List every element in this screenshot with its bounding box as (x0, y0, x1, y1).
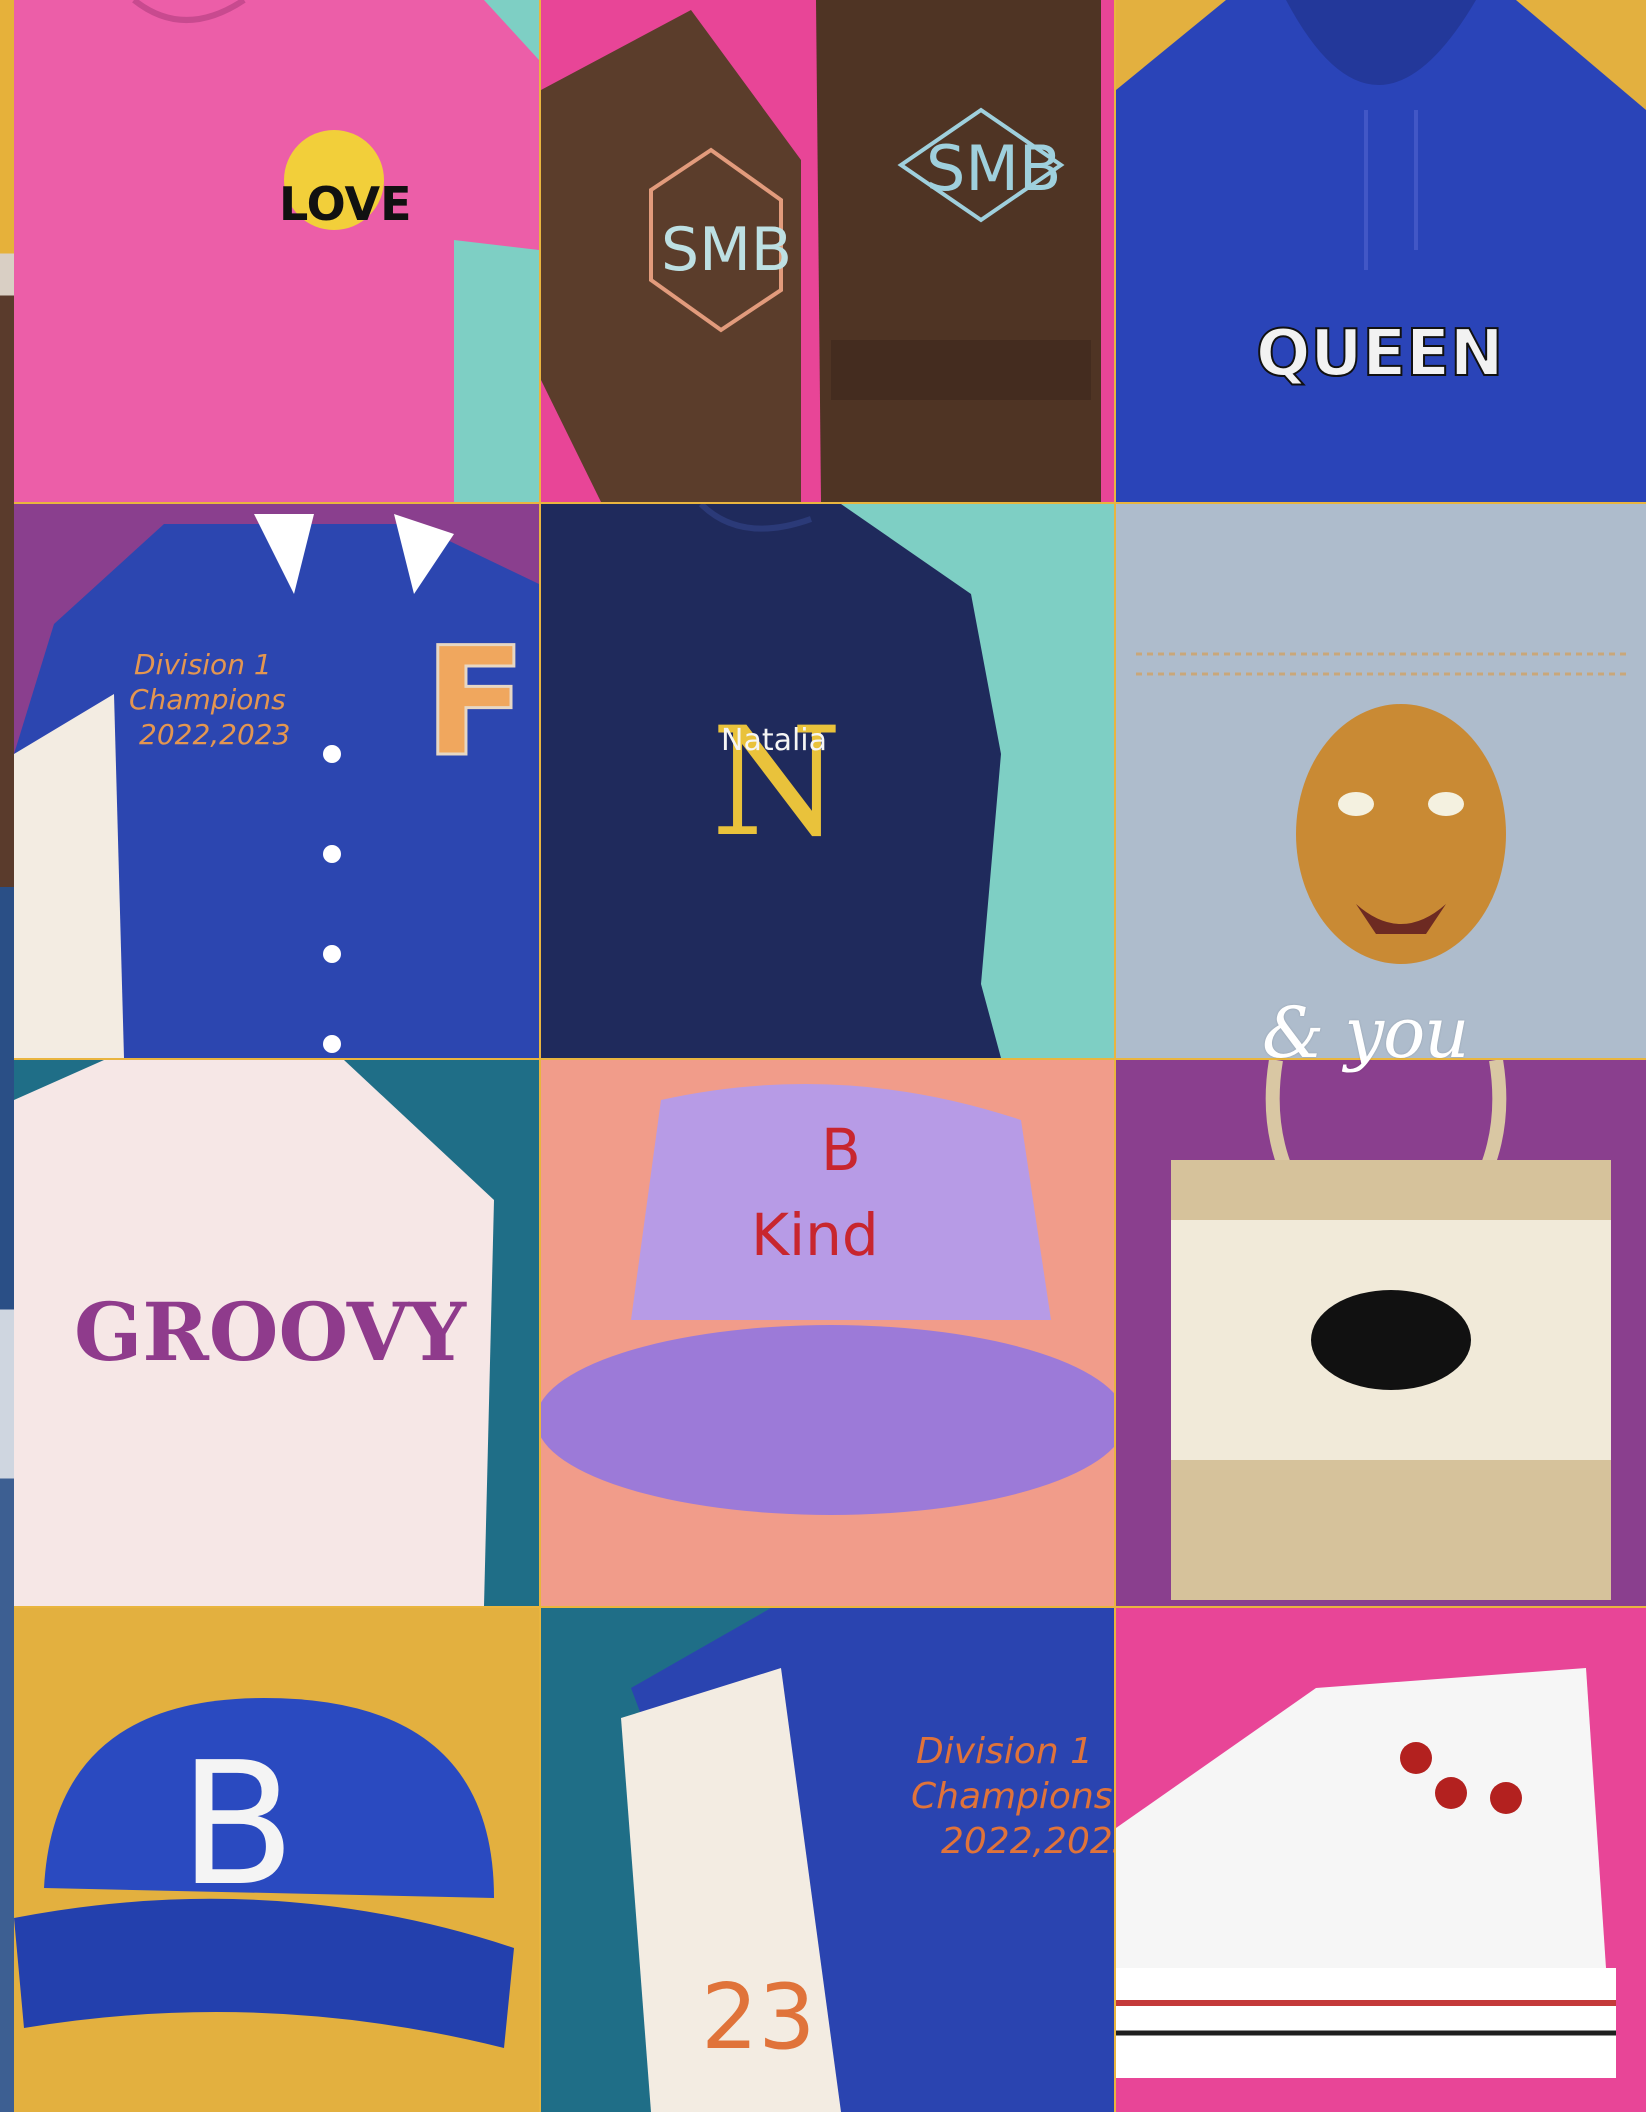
tote-bag-tile (1116, 1060, 1646, 1606)
left-edge-strip (0, 0, 14, 2112)
ladybug-embroidery (1435, 1777, 1467, 1809)
pink-tshirt-tile: LOVE (14, 0, 539, 502)
letter-f-patch: F (424, 616, 526, 790)
number-23-embroidery: 23 (701, 1965, 816, 2070)
smb-monogram-right: SMB (926, 132, 1061, 205)
jacket-sleeve-image: Division 1 Champions 2022,2023 23 (541, 1608, 1114, 2112)
champions-sleeve-text: Champions (911, 1776, 1113, 1817)
brown-towels-tile: SMB SMB (541, 0, 1114, 502)
love-embroidery: LOVE (279, 177, 412, 231)
ladybug-embroidery (1490, 1782, 1522, 1814)
years-text: 2022,2023 (139, 718, 290, 751)
years-sleeve-text: 2022,2023 (941, 1821, 1114, 1862)
groovy-sweatshirt-tile: GROOVY (14, 1060, 539, 1606)
division-text: Division 1 (134, 648, 272, 681)
navy-tshirt-image: N Natalia (541, 504, 1114, 1058)
pink-tshirt-image: LOVE (14, 0, 539, 502)
varsity-jacket-tile: F Division 1 Champions 2022,2023 (14, 504, 539, 1058)
kind-embroidery: Kind (751, 1201, 879, 1269)
varsity-jacket-image: F Division 1 Champions 2022,2023 (14, 504, 539, 1058)
smb-monogram-left: SMB (661, 215, 792, 285)
ladybug-embroidery (1400, 1742, 1432, 1774)
division-sleeve-text: Division 1 (916, 1731, 1093, 1772)
tote-bag-image (1116, 1060, 1646, 1606)
blue-hoodie-tile: QUEEN (1116, 0, 1646, 502)
bucket-hat-image: B Kind (541, 1060, 1114, 1606)
blue-cap-image: B (14, 1608, 539, 2112)
denim-jacket-tile (1116, 504, 1646, 1058)
jacket-sleeve-tile: Division 1 Champions 2022,2023 23 (541, 1608, 1114, 2112)
navy-tshirt-tile: N Natalia (541, 504, 1114, 1058)
groovy-sweatshirt-image: GROOVY (14, 1060, 539, 1606)
letter-b-cap-embroidery: B (179, 1726, 296, 1924)
bucket-hat-tile: B Kind (541, 1060, 1114, 1606)
denim-jacket-image (1116, 504, 1646, 1058)
champions-text: Champions (129, 683, 286, 716)
sneaker-tile (1116, 1608, 1646, 2112)
letter-b-embroidery: B (821, 1116, 861, 1184)
blue-hoodie-image: QUEEN (1116, 0, 1646, 502)
brown-towels-image: SMB SMB (541, 0, 1114, 502)
turtle-embroidery (1311, 1290, 1471, 1390)
blue-cap-tile: B (14, 1608, 539, 2112)
sneaker-image (1116, 1608, 1646, 2112)
natalia-embroidery: Natalia (721, 723, 827, 758)
groovy-embroidery: GROOVY (74, 1285, 467, 1379)
queen-embroidery: QUEEN (1256, 317, 1503, 391)
and-you-script-text: & you (1262, 992, 1469, 1074)
